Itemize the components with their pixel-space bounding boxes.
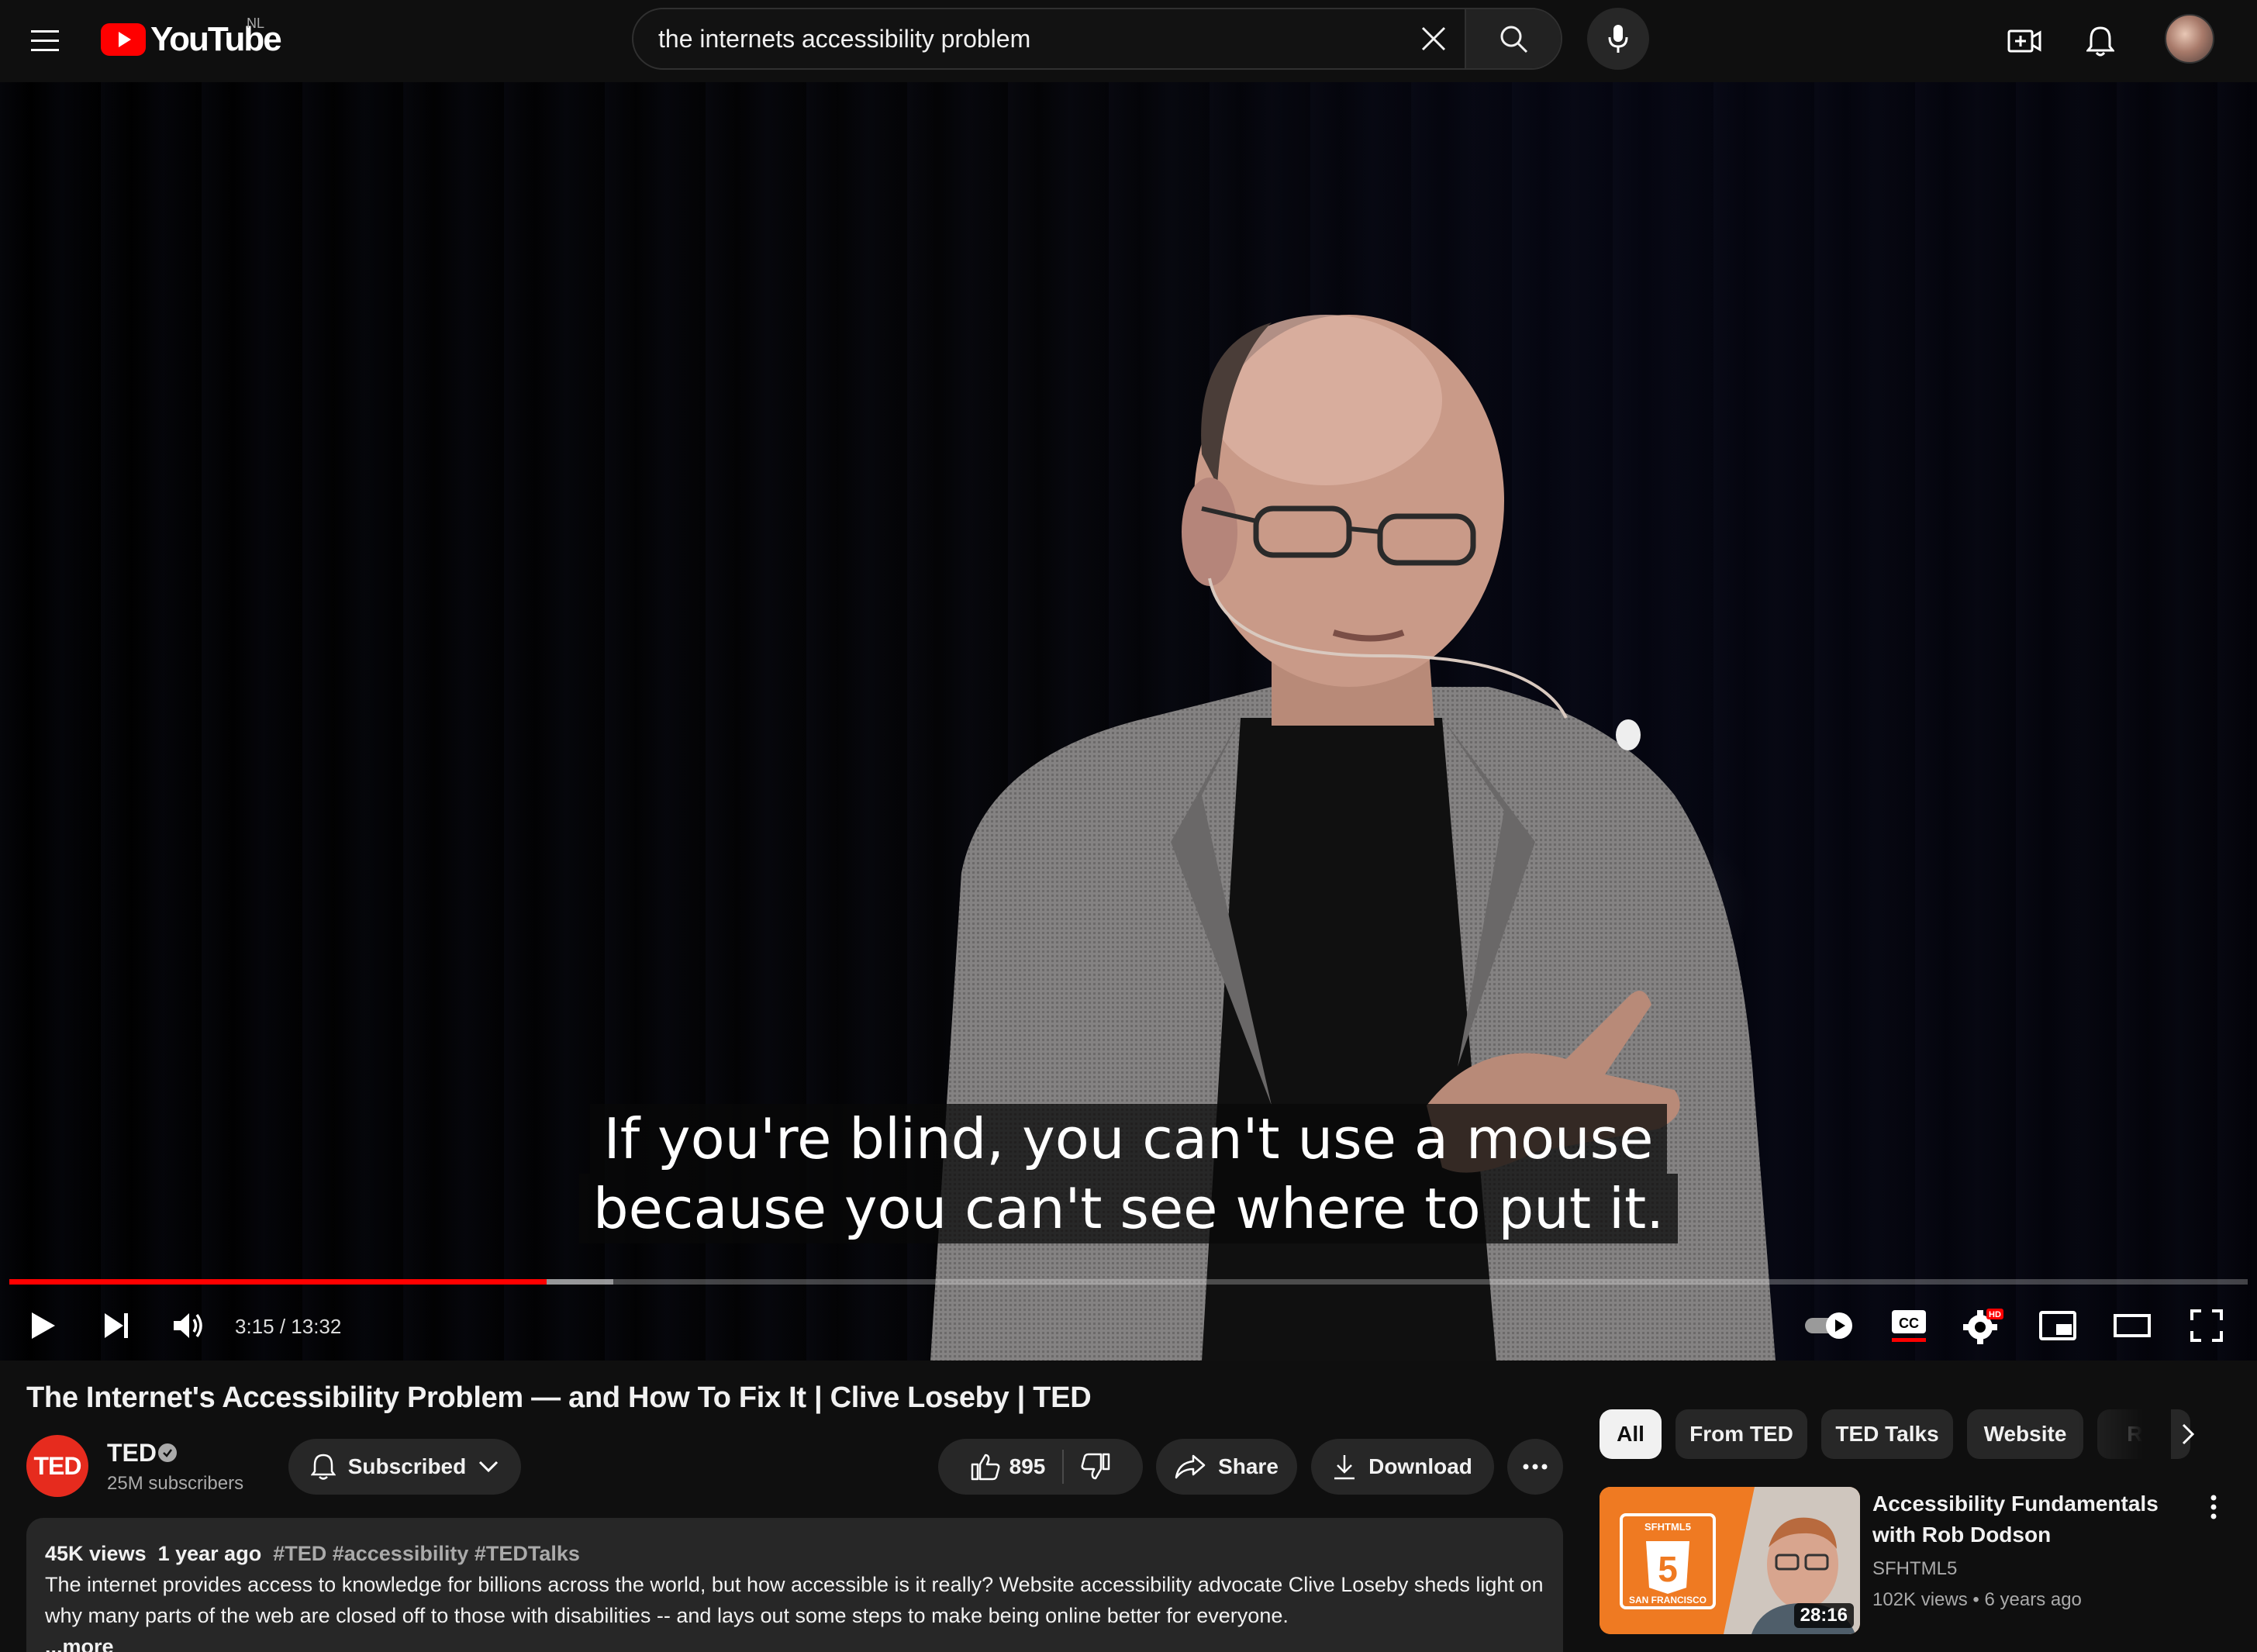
like-icon[interactable] [971, 1453, 1000, 1481]
chevron-down-icon [478, 1461, 499, 1473]
top-bar: YouTube NL the internets accessibility p… [0, 0, 2257, 82]
share-label: Share [1218, 1454, 1279, 1478]
next-icon[interactable] [91, 1301, 141, 1350]
recommendation-title[interactable]: Accessibility Fundamentals with Rob Dods… [1872, 1488, 2183, 1550]
thumb-top-text: SFHTML5 [1644, 1521, 1691, 1533]
captions: If you're blind, you can't use a mouse b… [0, 1104, 2257, 1243]
recommendation-age: 6 years ago [1984, 1589, 2082, 1610]
dislike-icon[interactable] [1081, 1453, 1110, 1481]
share-icon [1175, 1454, 1206, 1479]
thumb-badge: 5 [1658, 1549, 1678, 1589]
notifications-icon[interactable] [2075, 16, 2126, 67]
miniplayer-icon[interactable] [2033, 1301, 2083, 1350]
account-avatar[interactable] [2165, 14, 2214, 64]
caption-line-1: If you're blind, you can't use a mouse [589, 1104, 1668, 1174]
autoplay-toggle[interactable] [1803, 1301, 1858, 1350]
player-controls: 3:15 / 13:32 CC HD [0, 1298, 2257, 1360]
like-dislike-group: 895 [938, 1439, 1143, 1495]
fullscreen-icon[interactable] [2182, 1301, 2231, 1350]
mic-icon[interactable] [1587, 8, 1649, 70]
recommendation-views: 102K views [1872, 1589, 1968, 1610]
more-vertical-icon[interactable] [2193, 1487, 2234, 1527]
video-title: The Internet's Accessibility Problem — a… [26, 1381, 1092, 1414]
description-box[interactable]: 45K views 1 year ago #TED #accessibility… [26, 1518, 1563, 1652]
theater-mode-icon[interactable] [2107, 1301, 2157, 1350]
recommendation-channel[interactable]: SFHTML5 [1872, 1558, 1957, 1580]
upload-age: 1 year ago [157, 1542, 262, 1565]
download-label: Download [1368, 1454, 1472, 1478]
channel-name[interactable]: TED [107, 1439, 157, 1467]
recommendation-item[interactable]: 5 SFHTML5 SAN FRANCISCO 28:16 Accessibil… [1600, 1487, 2243, 1642]
thumb-bottom-text: SAN FRANCISCO [1629, 1595, 1707, 1605]
show-more-link[interactable]: ...more [45, 1631, 1544, 1652]
search-icon [1500, 26, 1528, 53]
like-count: 895 [1009, 1454, 1046, 1478]
youtube-logo[interactable]: YouTube NL [101, 16, 282, 59]
channel-avatar-text: TED [33, 1451, 82, 1480]
video-player[interactable]: If you're blind, you can't use a mouse b… [0, 82, 2257, 1361]
description-text: The internet provides access to knowledg… [45, 1573, 1544, 1627]
chevron-right-icon[interactable] [2163, 1409, 2213, 1459]
menu-icon[interactable] [22, 18, 68, 64]
chip-website[interactable]: Website [1967, 1409, 2083, 1459]
video-duration: 28:16 [1793, 1603, 1854, 1628]
chips-fade [2078, 1409, 2171, 1459]
settings-icon[interactable]: HD [1958, 1301, 2008, 1350]
subscribed-label: Subscribed [347, 1454, 467, 1478]
like-divider [1062, 1450, 1065, 1484]
captions-icon[interactable]: CC [1884, 1301, 1934, 1350]
meta-dot: • [1972, 1589, 1985, 1610]
channel-avatar[interactable]: TED [26, 1435, 88, 1497]
clear-icon[interactable] [1403, 9, 1465, 68]
caption-line-2: because you can't see where to put it. [578, 1174, 1679, 1243]
view-count: 45K views [45, 1542, 147, 1565]
search-box: the internets accessibility problem [632, 8, 1562, 70]
chip-from-ted[interactable]: From TED [1675, 1409, 1807, 1459]
search-input[interactable]: the internets accessibility problem [633, 25, 1403, 53]
subscribed-button[interactable]: Subscribed [288, 1439, 521, 1495]
volume-icon[interactable] [164, 1301, 214, 1350]
progress-played [9, 1279, 547, 1285]
more-horizontal-icon [1523, 1464, 1548, 1470]
verified-icon [158, 1443, 177, 1462]
recommendation-meta: 102K views • 6 years ago [1872, 1589, 2082, 1611]
progress-bar[interactable] [9, 1279, 2248, 1285]
country-code: NL [247, 16, 265, 31]
bell-icon [310, 1453, 336, 1481]
more-actions-button[interactable] [1507, 1439, 1563, 1495]
svg-text:CC: CC [1899, 1316, 1919, 1331]
youtube-play-logo-icon [101, 23, 146, 56]
subscriber-count: 25M subscribers [107, 1473, 244, 1494]
create-icon[interactable] [1999, 16, 2050, 67]
hashtags[interactable]: #TED #accessibility #TEDTalks [273, 1542, 580, 1565]
play-icon[interactable] [19, 1301, 68, 1350]
search-button[interactable] [1465, 9, 1561, 68]
chip-ted-talks[interactable]: TED Talks [1821, 1409, 1953, 1459]
time-display: 3:15 / 13:32 [235, 1315, 342, 1338]
hd-badge: HD [1989, 1310, 2001, 1319]
download-button[interactable]: Download [1311, 1439, 1494, 1495]
download-icon [1333, 1454, 1356, 1480]
share-button[interactable]: Share [1156, 1439, 1297, 1495]
chip-all[interactable]: All [1600, 1409, 1662, 1459]
video-thumbnail[interactable]: 5 SFHTML5 SAN FRANCISCO 28:16 [1600, 1487, 1860, 1634]
